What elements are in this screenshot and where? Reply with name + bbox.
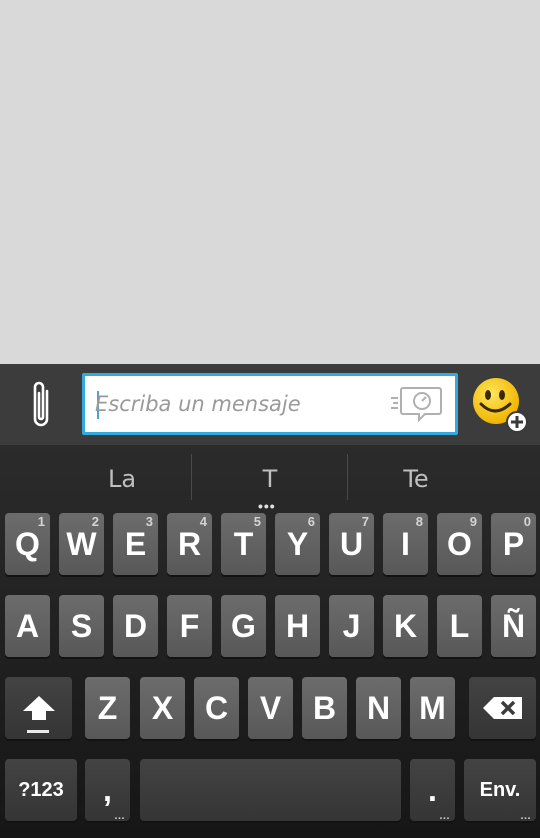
- key-label: Q: [15, 525, 40, 562]
- key-hint: 9: [469, 514, 477, 529]
- symbols-key[interactable]: ?123: [5, 759, 77, 821]
- comma-key[interactable]: ,…: [85, 759, 130, 822]
- more-suggestions-icon[interactable]: •••: [258, 498, 276, 514]
- key-label: T: [233, 525, 254, 562]
- backspace-icon: [482, 697, 522, 719]
- period-key[interactable]: .…: [410, 759, 455, 822]
- key-x[interactable]: X: [140, 677, 185, 739]
- key-label: I: [401, 525, 410, 562]
- send-key[interactable]: Env. …: [464, 759, 536, 822]
- more-keys-indicator: …: [114, 810, 125, 822]
- backspace-key[interactable]: [469, 677, 536, 739]
- key-u[interactable]: U7: [329, 513, 374, 575]
- key-label: O: [447, 525, 472, 562]
- soft-keyboard: La T Te ••• Q1 W2 E3 R4 T5 Y6 U7 I8 O9 P…: [0, 446, 540, 838]
- key-hint: 8: [415, 514, 423, 529]
- key-d[interactable]: D: [113, 595, 158, 657]
- key-z[interactable]: Z: [85, 677, 130, 739]
- key-label: U: [339, 525, 364, 562]
- key-hint: 6: [307, 514, 315, 529]
- key-c[interactable]: C: [194, 677, 239, 739]
- key-p[interactable]: P0: [491, 513, 536, 575]
- key-hint: 7: [361, 514, 369, 529]
- shift-key[interactable]: [5, 677, 72, 739]
- key-label: Env.: [479, 778, 521, 801]
- compose-bar: [0, 364, 540, 446]
- space-bar[interactable]: [140, 759, 401, 821]
- key-label: P: [502, 525, 525, 562]
- suggestion-2[interactable]: T: [192, 454, 348, 504]
- key-b[interactable]: B: [302, 677, 347, 739]
- key-label: .: [428, 771, 437, 808]
- key-m[interactable]: M: [410, 677, 455, 739]
- key-hint: 1: [37, 514, 45, 529]
- message-input[interactable]: [95, 376, 385, 432]
- key-hint: 3: [145, 514, 153, 529]
- key-f[interactable]: F: [167, 595, 212, 657]
- paperclip-icon[interactable]: [18, 374, 64, 436]
- more-keys-indicator: …: [439, 810, 450, 822]
- key-label: R: [177, 525, 202, 562]
- key-l[interactable]: L: [437, 595, 482, 657]
- key-hint: 2: [91, 514, 99, 529]
- key-t[interactable]: T5: [221, 513, 266, 575]
- key-hint: 0: [523, 514, 531, 529]
- key-v[interactable]: V: [248, 677, 293, 739]
- key-s[interactable]: S: [59, 595, 104, 657]
- chat-area: [0, 0, 540, 364]
- emoji-add-icon[interactable]: [470, 376, 530, 436]
- key-r[interactable]: R4: [167, 513, 212, 575]
- key-h[interactable]: H: [275, 595, 320, 657]
- key-k[interactable]: K: [383, 595, 428, 657]
- key-i[interactable]: I8: [383, 513, 428, 575]
- quick-reply-icon[interactable]: [389, 382, 445, 426]
- suggestion-strip: La T Te •••: [0, 446, 540, 514]
- shift-arrow-icon: [22, 696, 55, 720]
- key-o[interactable]: O9: [437, 513, 482, 575]
- key-hint: 4: [199, 514, 207, 529]
- key-w[interactable]: W2: [59, 513, 104, 575]
- key-label: ,: [103, 771, 112, 808]
- key-enye[interactable]: Ñ: [491, 595, 536, 657]
- key-a[interactable]: A: [5, 595, 50, 657]
- key-q[interactable]: Q1: [5, 513, 50, 575]
- key-e[interactable]: E3: [113, 513, 158, 575]
- shift-indicator: [27, 730, 49, 733]
- key-label: Y: [286, 525, 309, 562]
- key-y[interactable]: Y6: [275, 513, 320, 575]
- suggestion-3[interactable]: Te: [348, 454, 484, 504]
- key-j[interactable]: J: [329, 595, 374, 657]
- more-keys-indicator: …: [520, 810, 531, 822]
- key-hint: 5: [253, 514, 261, 529]
- key-label: W: [66, 525, 97, 562]
- key-g[interactable]: G: [221, 595, 266, 657]
- key-label: E: [124, 525, 147, 562]
- message-input-box[interactable]: [82, 373, 458, 435]
- suggestion-1[interactable]: La: [36, 454, 208, 504]
- key-n[interactable]: N: [356, 677, 401, 739]
